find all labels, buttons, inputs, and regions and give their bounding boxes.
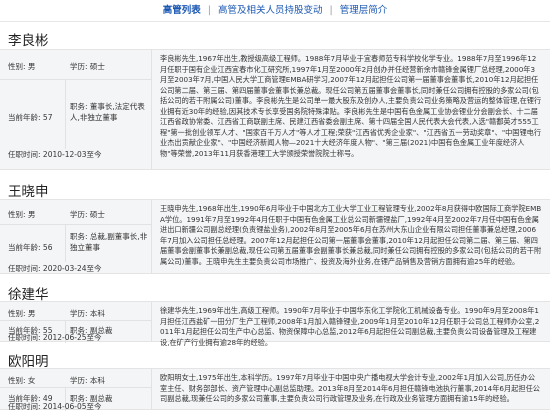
divider: [65, 79, 66, 149]
term-label: 任职时间:: [8, 402, 41, 411]
gender-value: 女: [27, 376, 36, 385]
education-value: 硕士: [89, 62, 105, 71]
education-value: 本科: [89, 376, 105, 385]
divider: [0, 320, 152, 321]
gender-field: 性别: 男: [8, 209, 35, 220]
term-value: 2014-06-05至今: [42, 402, 102, 411]
divider: [65, 224, 66, 262]
executive-card: 李良彬 性别: 男 学历: 硕士 当前年龄: 57 职务: 董事长,法定代表人,…: [0, 22, 550, 170]
term-label: 任职时间:: [8, 150, 41, 159]
gender-label: 性别:: [8, 309, 26, 318]
gender-label: 性别:: [8, 210, 26, 219]
tab-executive-list[interactable]: 高管列表: [163, 0, 201, 22]
age-field: 当前年龄: 57: [8, 112, 52, 123]
term-label: 任职时间:: [8, 264, 41, 273]
tab-shareholding-changes[interactable]: 高管及相关人员持股变动: [218, 0, 323, 22]
executive-card: 欧阳明 性别: 女 学历: 本科 当前年龄: 49 职务: 副总裁 欧阳明女士,…: [0, 342, 550, 418]
education-field: 学历: 本科: [70, 308, 105, 319]
gender-field: 性别: 女: [8, 375, 35, 386]
position-field: 职务: 董事长,法定代表人,非独立董事: [70, 102, 148, 123]
executive-bio: 李良彬先生,1967年出生,教授级高级工程师。1988年7月毕业于宜春师范专科学…: [160, 54, 542, 158]
age-value: 57: [42, 113, 53, 122]
term-value: 2012-06-25至今: [42, 333, 102, 342]
position-label: 职务:: [70, 102, 88, 111]
tab-bar: 高管列表 | 高管及相关人员持股变动 | 管理层简介: [0, 0, 550, 22]
term-field: 任职时间: 2010-12-03至今: [8, 149, 102, 160]
education-field: 学历: 硕士: [70, 61, 105, 72]
executive-bio: 王晓申先生,1968年出生,1990年6月毕业于中国北方工业大学工业工程管理专业…: [160, 204, 542, 266]
age-label: 当前年龄:: [8, 113, 41, 122]
divider: [0, 79, 152, 80]
gender-label: 性别:: [8, 62, 26, 71]
position-field: 职务: 总裁,副董事长,非独立董事: [70, 232, 148, 253]
gender-label: 性别:: [8, 376, 26, 385]
education-field: 学历: 硕士: [70, 209, 105, 220]
education-label: 学历:: [70, 376, 88, 385]
age-label: 当前年龄:: [8, 243, 41, 252]
education-label: 学历:: [70, 309, 88, 318]
position-label: 职务:: [70, 232, 88, 241]
executive-name: 徐建华: [8, 287, 49, 303]
gender-value: 男: [27, 62, 36, 71]
divider: [0, 387, 152, 388]
executive-bio: 欧阳明女士,1975年出生,本科学历。1997年7月毕业于中国中央广播电视大学会…: [160, 373, 540, 403]
executive-name: 欧阳明: [8, 354, 49, 370]
term-value: 2020-03-24至今: [42, 264, 102, 273]
education-label: 学历:: [70, 210, 88, 219]
education-field: 学历: 本科: [70, 375, 105, 386]
gender-field: 性别: 男: [8, 61, 35, 72]
education-value: 本科: [89, 309, 105, 318]
term-field: 任职时间: 2014-06-05至今: [8, 401, 102, 412]
divider: [0, 224, 152, 225]
executive-name: 李良彬: [8, 33, 49, 49]
tab-management-intro[interactable]: 管理层简介: [340, 0, 388, 22]
tab-separator: |: [329, 5, 333, 16]
term-label: 任职时间:: [8, 333, 41, 342]
gender-value: 男: [27, 210, 36, 219]
term-field: 任职时间: 2020-03-24至今: [8, 263, 102, 274]
gender-field: 性别: 男: [8, 308, 35, 319]
tab-separator: |: [207, 5, 211, 16]
education-label: 学历:: [70, 62, 88, 71]
term-value: 2010-12-03至今: [42, 150, 102, 159]
gender-value: 男: [27, 309, 36, 318]
executive-card: 王晓申 性别: 男 学历: 硕士 当前年龄: 56 职务: 总裁,副董事长,非独…: [0, 170, 550, 274]
executive-name: 王晓申: [8, 184, 49, 200]
education-value: 硕士: [89, 210, 105, 219]
age-field: 当前年龄: 56: [8, 242, 52, 253]
age-value: 56: [42, 243, 53, 252]
executive-card: 徐建华 性别: 男 学历: 本科 当前年龄: 55 职务: 副总裁 徐建华先生,…: [0, 274, 550, 347]
